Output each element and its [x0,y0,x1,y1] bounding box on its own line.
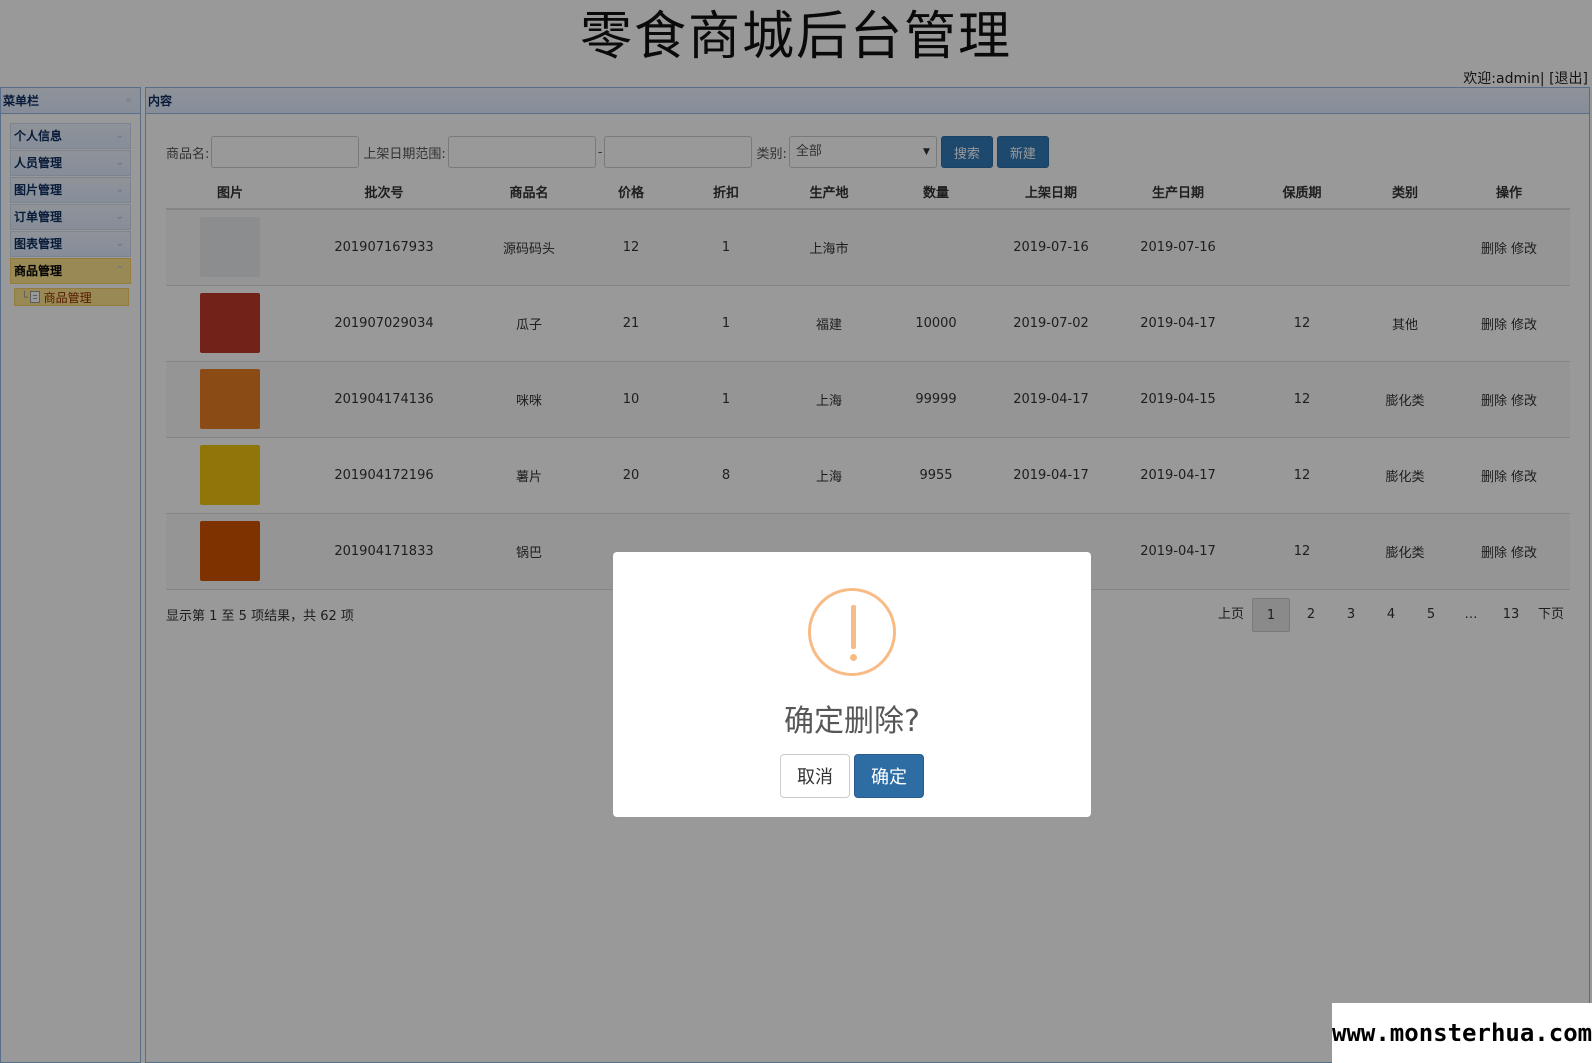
modal-overlay[interactable] [0,0,1592,1063]
watermark: www.monsterhua.com [1332,1003,1592,1063]
confirm-dialog: 确定删除? 取消 确定 [613,552,1091,817]
confirm-button[interactable]: 确定 [854,754,924,798]
dialog-buttons: 取消 确定 [613,754,1091,798]
admin-app: 零食商城后台管理 欢迎:admin| [退出] 菜单栏 « 个人信息 ⌄ 人员管理… [0,0,1592,1063]
warning-icon [808,588,896,676]
cancel-button[interactable]: 取消 [780,754,850,798]
dialog-title: 确定删除? [784,704,920,739]
